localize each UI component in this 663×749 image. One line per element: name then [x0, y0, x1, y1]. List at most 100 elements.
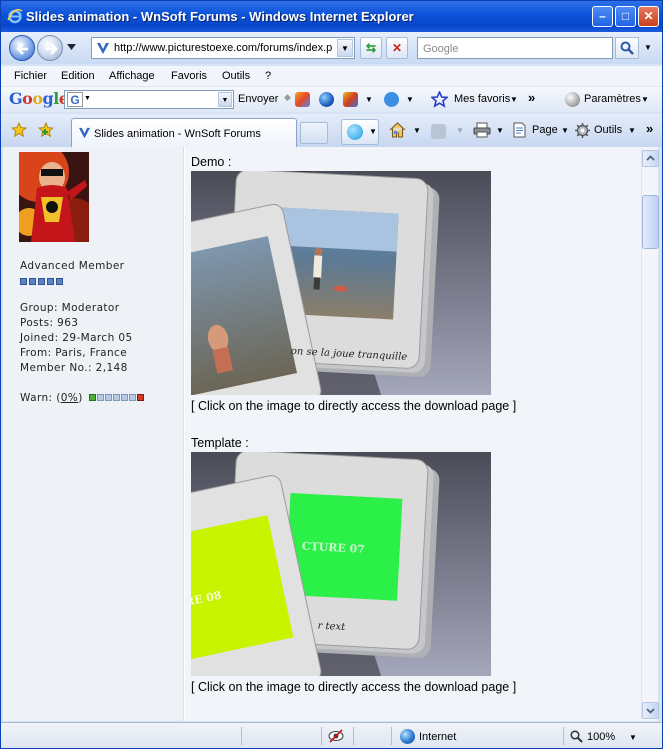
tools-dropdown-icon[interactable]: ▼	[628, 126, 636, 135]
poster-profile: Advanced Member Group: Moderator Posts: …	[3, 147, 184, 721]
menu-item-favoris[interactable]: Favoris	[171, 70, 207, 82]
print-icon[interactable]	[473, 122, 491, 138]
status-divider	[563, 727, 564, 745]
zoom-magnifier-icon	[570, 730, 583, 743]
more-commands-chevron-icon[interactable]: »	[646, 121, 653, 136]
skype-button[interactable]: ▼	[341, 119, 379, 145]
settings-wrench-icon[interactable]	[565, 92, 580, 107]
history-dropdown-icon[interactable]	[67, 44, 76, 50]
google-toolbar: Google G ▼ ▼ Envoyer ◆ ▼ ▼ Mes favoris ▼…	[1, 87, 662, 112]
menu-item-help[interactable]: ?	[265, 70, 271, 82]
feeds-dropdown-icon[interactable]: ▼	[456, 126, 464, 135]
member-joined: Joined: 29-March 05	[20, 332, 133, 344]
globe-icon[interactable]	[319, 92, 334, 107]
close-icon: ✕	[643, 9, 654, 23]
maximize-button[interactable]: □	[615, 6, 636, 27]
page-icon	[513, 122, 526, 138]
stop-button[interactable]: ✕	[386, 37, 408, 59]
address-field[interactable]: http://www.picturestoexe.com/forums/inde…	[91, 37, 355, 59]
page-dropdown-icon[interactable]: ▼	[561, 126, 569, 135]
rank-pip-icon	[47, 278, 54, 285]
warn-increase-icon[interactable]	[137, 394, 145, 401]
google-logo[interactable]: Google	[9, 89, 69, 108]
page-menu-button[interactable]: Page	[532, 124, 558, 136]
forward-button[interactable]	[37, 35, 63, 61]
vertical-scrollbar[interactable]	[641, 147, 659, 721]
post-body: Demo : on se la joue tranquille [Click …	[185, 147, 641, 721]
refresh-button[interactable]: ⇆	[360, 37, 382, 59]
tab-favicon-icon	[78, 127, 91, 139]
search-input[interactable]: Google	[417, 37, 613, 59]
google-search-dropdown-icon[interactable]: ▼	[218, 92, 232, 107]
address-dropdown-icon[interactable]: ▼	[337, 39, 353, 57]
chat-bubble-icon[interactable]	[384, 92, 399, 107]
scroll-up-button[interactable]	[642, 150, 659, 167]
menu-item-fichier[interactable]: Fichier	[14, 70, 47, 82]
refresh-icon: ⇆	[365, 41, 377, 55]
settings-button[interactable]: Paramètres	[584, 93, 641, 105]
tab-slides-animation[interactable]: Slides animation - WnSoft Forums	[71, 118, 297, 147]
gadgets-icon[interactable]	[343, 92, 358, 107]
template-download-link[interactable]: [ Click on the image to directly access …	[191, 680, 516, 694]
warn-percent-link[interactable]: 0%	[61, 392, 78, 404]
browser-window: Slides animation - WnSoft Forums - Windo…	[0, 0, 663, 749]
rank-pips	[20, 274, 65, 288]
search-options-icon[interactable]: ▼	[641, 37, 655, 59]
minimize-button[interactable]: –	[592, 6, 613, 27]
member-group: Group: Moderator	[20, 302, 120, 314]
add-favorite-icon[interactable]	[38, 122, 54, 138]
rank-pip-icon	[20, 278, 27, 285]
settings-dropdown-icon[interactable]: ▼	[641, 95, 649, 104]
back-button[interactable]	[9, 35, 35, 61]
send-button[interactable]: Envoyer	[238, 93, 278, 105]
maximize-icon: □	[621, 9, 630, 23]
zoom-dropdown-icon[interactable]: ▼	[629, 733, 637, 742]
forward-arrow-icon	[46, 43, 58, 55]
security-zone[interactable]: Internet	[419, 731, 456, 743]
close-button[interactable]: ✕	[638, 6, 659, 27]
warn-pip-icon	[97, 394, 105, 401]
favorites-center-star-icon[interactable]	[11, 122, 27, 138]
zoom-level[interactable]: 100%	[587, 731, 615, 743]
menu-item-affichage[interactable]: Affichage	[109, 70, 155, 82]
home-dropdown-icon[interactable]: ▼	[413, 126, 421, 135]
google-search-field[interactable]: G ▼ ▼	[64, 90, 234, 109]
bookmark-icon[interactable]	[295, 92, 310, 107]
menu-item-outils[interactable]: Outils	[222, 70, 250, 82]
favorites-dropdown-icon[interactable]: ▼	[510, 95, 518, 104]
google-g-icon[interactable]: G	[67, 92, 83, 107]
site-favicon-icon	[97, 43, 109, 54]
print-dropdown-icon[interactable]: ▼	[496, 126, 504, 135]
tools-menu-button[interactable]: Outils	[594, 124, 622, 136]
address-url[interactable]: http://www.picturestoexe.com/forums/inde…	[114, 42, 334, 54]
demo-slides-picture: on se la joue tranquille	[191, 171, 491, 395]
avatar[interactable]	[19, 152, 89, 242]
home-icon[interactable]	[389, 122, 406, 138]
scroll-thumb[interactable]	[642, 195, 659, 249]
search-placeholder: Google	[423, 43, 459, 55]
rank-pip-icon	[56, 278, 63, 285]
warn-decrease-icon[interactable]	[89, 394, 97, 401]
tools-gear-icon	[575, 123, 590, 138]
warn-pip-icon	[105, 394, 113, 401]
scroll-down-button[interactable]	[642, 702, 659, 719]
gadgets-dropdown-icon[interactable]: ▼	[365, 95, 373, 104]
favorites-button[interactable]: Mes favoris	[454, 93, 510, 105]
status-divider	[353, 727, 354, 745]
address-toolbar: http://www.picturestoexe.com/forums/inde…	[1, 32, 662, 64]
search-button[interactable]	[615, 37, 639, 59]
more-chevron-icon[interactable]: »	[528, 90, 535, 105]
demo-download-link[interactable]: [ Click on the image to directly access …	[191, 399, 516, 413]
menu-item-edition[interactable]: Edition	[61, 70, 95, 82]
template-image[interactable]: CTURE 07 r text URE 08	[191, 452, 491, 676]
google-g-dropdown-icon[interactable]: ▼	[84, 95, 91, 102]
template-text-caption: r text	[317, 621, 346, 633]
demo-image[interactable]: on se la joue tranquille	[191, 171, 491, 395]
title-bar[interactable]: Slides animation - WnSoft Forums - Windo…	[1, 1, 662, 32]
chat-dropdown-icon[interactable]: ▼	[406, 95, 414, 104]
new-tab-button[interactable]	[300, 122, 328, 144]
member-rank: Advanced Member	[20, 260, 125, 272]
member-location: From: Paris, France	[20, 347, 128, 359]
privacy-eye-icon[interactable]	[328, 729, 344, 743]
feeds-icon[interactable]	[431, 124, 446, 139]
